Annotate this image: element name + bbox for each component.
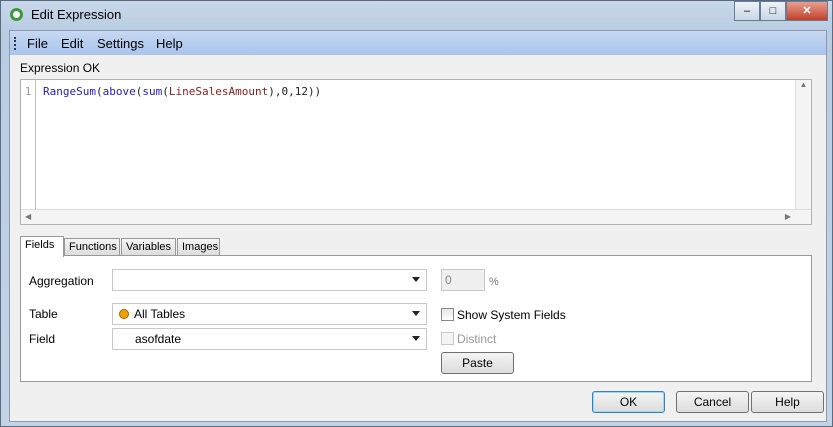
edit-expression-window: Edit Expression – □ ✕ File Edit Settings… bbox=[0, 0, 833, 427]
code-token: RangeSum bbox=[43, 85, 96, 98]
code-token: sum bbox=[142, 85, 163, 98]
table-value: All Tables bbox=[134, 307, 186, 321]
maximize-button[interactable]: □ bbox=[760, 1, 786, 21]
percent-sign: % bbox=[489, 276, 499, 288]
qlikview-icon bbox=[10, 8, 23, 21]
tab-fields[interactable]: Fields bbox=[20, 236, 64, 257]
aggregation-select[interactable] bbox=[112, 269, 427, 291]
chevron-down-icon bbox=[412, 336, 420, 341]
table-dot-icon bbox=[119, 309, 129, 319]
ok-button[interactable]: OK bbox=[592, 391, 665, 413]
code-token: ( bbox=[162, 85, 169, 98]
table-label: Table bbox=[29, 307, 58, 321]
vertical-scrollbar[interactable]: ▲ bbox=[795, 80, 811, 210]
percent-input[interactable]: 0 bbox=[441, 269, 485, 291]
tab-functions[interactable]: Functions bbox=[64, 238, 120, 256]
expression-status: Expression OK bbox=[20, 61, 101, 75]
fields-panel: Aggregation 0 % Table All Tables Show Sy… bbox=[20, 255, 812, 382]
field-select[interactable]: asofdate bbox=[112, 328, 427, 350]
line-number: 1 bbox=[21, 80, 36, 210]
menu-file[interactable]: File bbox=[27, 36, 48, 51]
code-token: ( bbox=[95, 85, 103, 98]
window-title: Edit Expression bbox=[31, 7, 122, 22]
tab-variables[interactable]: Variables bbox=[121, 238, 176, 256]
cancel-button[interactable]: Cancel bbox=[676, 391, 749, 413]
menu-edit[interactable]: Edit bbox=[61, 36, 83, 51]
aggregation-label: Aggregation bbox=[29, 274, 94, 288]
field-value: asofdate bbox=[135, 332, 182, 346]
tab-images[interactable]: Images bbox=[177, 238, 220, 256]
chevron-down-icon bbox=[412, 311, 420, 316]
code-token: above bbox=[102, 85, 136, 98]
close-button[interactable]: ✕ bbox=[786, 1, 828, 21]
title-bar: Edit Expression – □ ✕ bbox=[1, 1, 832, 29]
distinct-label: Distinct bbox=[457, 332, 497, 346]
code-token: ),0,12)) bbox=[268, 85, 322, 98]
horizontal-scrollbar[interactable]: ◀ ▶ bbox=[21, 209, 811, 224]
code-token: LineSalesAmount bbox=[168, 85, 269, 98]
chevron-down-icon bbox=[412, 277, 420, 282]
show-system-fields-checkbox[interactable] bbox=[441, 308, 454, 321]
grip-icon bbox=[14, 37, 16, 50]
menu-bar: File Edit Settings Help bbox=[10, 31, 826, 55]
expression-code[interactable]: RangeSum(above(sum(LineSalesAmount),0,12… bbox=[43, 85, 321, 98]
help-button[interactable]: Help bbox=[751, 391, 824, 413]
expression-editor[interactable]: 1 RangeSum(above(sum(LineSalesAmount),0,… bbox=[20, 79, 812, 225]
menu-settings[interactable]: Settings bbox=[97, 36, 144, 51]
dialog-body: File Edit Settings Help Expression OK 1 … bbox=[9, 30, 827, 422]
menu-help[interactable]: Help bbox=[156, 36, 183, 51]
show-system-fields-label: Show System Fields bbox=[457, 308, 566, 322]
distinct-checkbox[interactable] bbox=[441, 332, 454, 345]
field-label: Field bbox=[29, 332, 56, 346]
minimize-button[interactable]: – bbox=[734, 1, 760, 21]
table-select[interactable]: All Tables bbox=[112, 303, 427, 325]
paste-button[interactable]: Paste bbox=[441, 352, 514, 374]
